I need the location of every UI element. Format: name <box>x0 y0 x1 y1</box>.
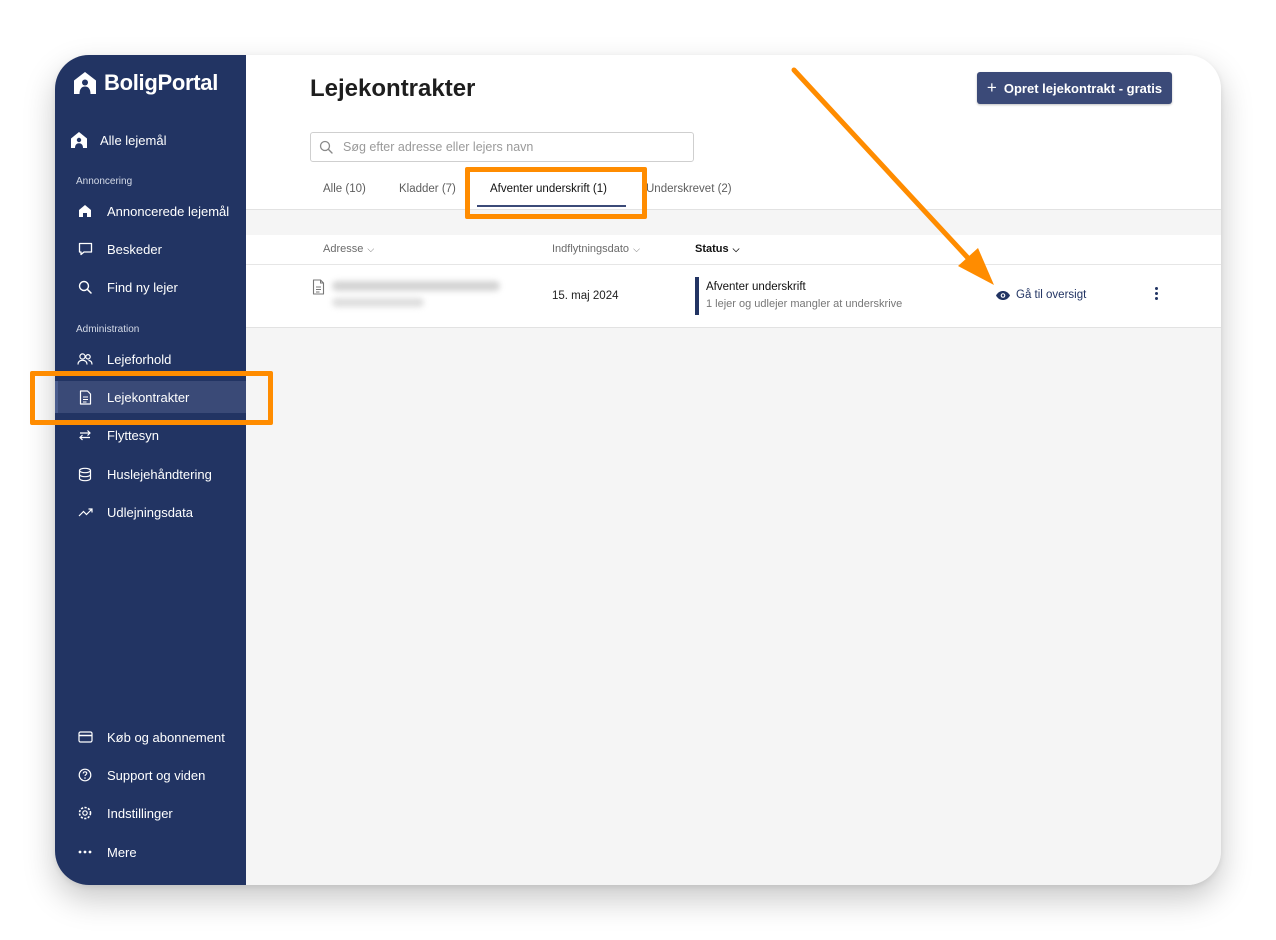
sidebar-item-annoncerede-lejemaal[interactable]: Annoncerede lejemål <box>55 195 246 227</box>
chevron-down-icon: ⌵ <box>633 243 640 254</box>
people-icon <box>77 351 93 367</box>
sidebar-item-label: Huslejehåndtering <box>107 466 212 482</box>
column-indflytningsdato[interactable]: Indflytningsdato ⌵ <box>552 243 640 255</box>
sidebar-item-huslejehaandtering[interactable]: Huslejehåndtering <box>55 458 246 490</box>
card-icon <box>77 729 93 745</box>
status-indicator <box>695 277 699 315</box>
tab-kladder[interactable]: Kladder (7) <box>399 183 456 195</box>
swap-arrows-icon <box>77 427 93 443</box>
sidebar-item-label: Indstillinger <box>107 805 173 821</box>
settings-icon <box>77 805 93 821</box>
chevron-down-icon: ⌵ <box>367 243 375 254</box>
section-label-administration: Administration <box>76 324 140 335</box>
table-row[interactable]: 15. maj 2024 Afventer underskrift 1 leje… <box>246 265 1221 328</box>
trend-icon <box>77 504 93 520</box>
sidebar-item-support-og-viden[interactable]: Support og viden <box>55 759 246 791</box>
sidebar-item-koeb-og-abonnement[interactable]: Køb og abonnement <box>55 721 246 753</box>
chat-icon <box>77 241 93 257</box>
sidebar-item-indstillinger[interactable]: Indstillinger <box>55 797 246 829</box>
column-label: Status <box>695 243 729 255</box>
more-options-icon[interactable] <box>1152 287 1160 305</box>
main-content: Lejekontrakter + Opret lejekontrakt - gr… <box>246 55 1221 885</box>
column-label: Adresse <box>323 243 364 255</box>
more-dots-icon <box>77 844 93 860</box>
column-label: Indflytningsdato <box>552 243 630 255</box>
status-title: Afventer underskrift <box>706 281 806 293</box>
sidebar-item-label: Support og viden <box>107 767 206 783</box>
sidebar-item-label: Flyttesyn <box>107 427 160 443</box>
logo-house-icon <box>74 72 96 94</box>
sidebar: BoligPortal Alle lejemål Annoncering Ann… <box>55 55 246 885</box>
sidebar-item-mere[interactable]: Mere <box>55 836 246 868</box>
sidebar-item-udlejningsdata[interactable]: Udlejningsdata <box>55 496 246 528</box>
sidebar-item-label: Udlejningsdata <box>107 504 194 520</box>
help-icon <box>77 767 93 783</box>
column-adresse[interactable]: Adresse ⌵ <box>323 243 374 255</box>
create-contract-label: Opret lejekontrakt - gratis <box>1003 80 1163 96</box>
sidebar-item-label: Køb og abonnement <box>107 729 225 745</box>
sidebar-item-label: Alle lejemål <box>100 132 167 148</box>
tenant-redacted <box>332 298 424 307</box>
highlight-active-tab <box>465 167 647 219</box>
coins-icon <box>77 466 93 482</box>
tab-underskrevet[interactable]: Underskrevet (2) <box>646 183 732 195</box>
address-redacted <box>332 281 500 291</box>
sidebar-item-label: Lejeforhold <box>107 351 172 367</box>
plus-icon: + <box>986 78 997 97</box>
document-icon <box>312 279 325 300</box>
page-header: Lejekontrakter + Opret lejekontrakt - gr… <box>246 55 1221 210</box>
table-header: Adresse ⌵ Indflytningsdato ⌵ Status ⌵ <box>246 235 1221 265</box>
sidebar-item-label: Beskeder <box>107 241 162 257</box>
search-input[interactable] <box>341 139 665 155</box>
chevron-down-icon: ⌵ <box>732 243 740 254</box>
page-title: Lejekontrakter <box>310 75 476 102</box>
sidebar-item-beskeder[interactable]: Beskeder <box>55 233 246 265</box>
tab-alle[interactable]: Alle (10) <box>323 183 366 195</box>
house-icon <box>77 203 93 219</box>
home-person-icon <box>70 131 88 149</box>
go-to-overview-link[interactable]: Gå til oversigt <box>995 289 1086 301</box>
sidebar-item-label: Annoncerede lejemål <box>107 203 230 219</box>
sidebar-item-label: Mere <box>107 844 137 860</box>
highlight-sidebar-lejekontrakter <box>30 371 273 425</box>
go-to-overview-label: Gå til oversigt <box>1016 289 1087 301</box>
search-box <box>310 132 694 162</box>
search-icon <box>319 140 333 154</box>
section-label-annoncering: Annoncering <box>76 176 133 187</box>
sidebar-item-find-ny-lejer[interactable]: Find ny lejer <box>55 271 246 303</box>
sidebar-item-label: Find ny lejer <box>107 279 178 295</box>
create-contract-button[interactable]: + Opret lejekontrakt - gratis <box>977 72 1172 104</box>
move-in-date: 15. maj 2024 <box>552 290 619 302</box>
brand-name: BoligPortal <box>104 70 219 95</box>
status-subtitle: 1 lejer og udlejer mangler at underskriv… <box>706 298 903 310</box>
eye-icon <box>995 290 1011 301</box>
search-icon <box>77 279 93 295</box>
brand-logo[interactable]: BoligPortal <box>73 70 218 96</box>
column-status[interactable]: Status ⌵ <box>695 243 739 255</box>
sidebar-item-all-rentals[interactable]: Alle lejemål <box>55 124 246 156</box>
